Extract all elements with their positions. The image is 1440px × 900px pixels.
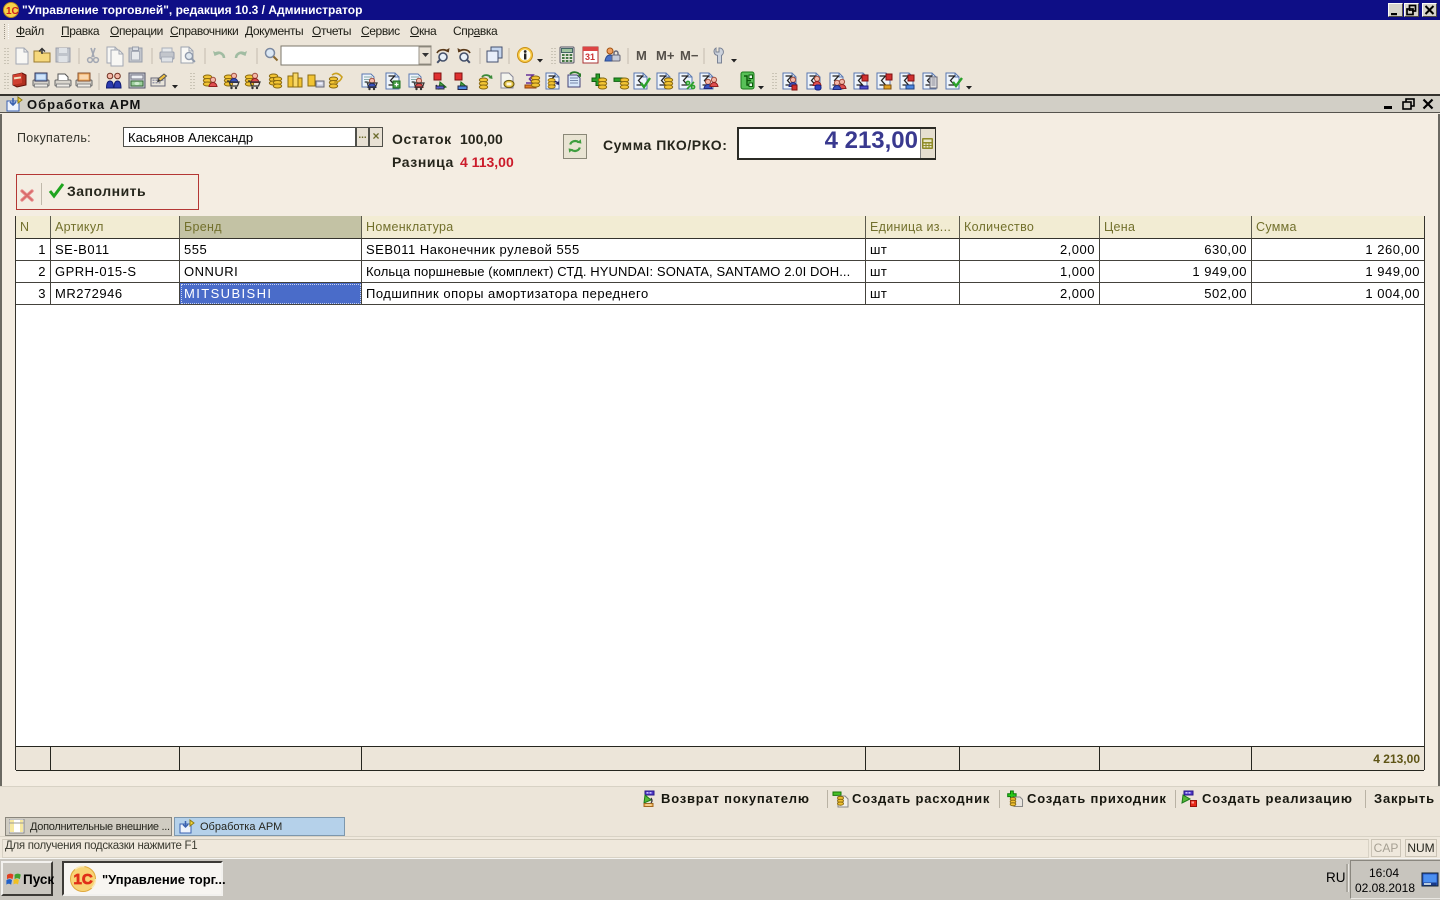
svg-text:M: M <box>636 48 647 63</box>
svg-text:31: 31 <box>585 52 595 62</box>
svg-text:1С: 1С <box>74 871 93 888</box>
svg-text:M+: M+ <box>656 48 675 63</box>
svg-text:M−: M− <box>680 48 699 63</box>
svg-text:1С: 1С <box>6 6 19 17</box>
